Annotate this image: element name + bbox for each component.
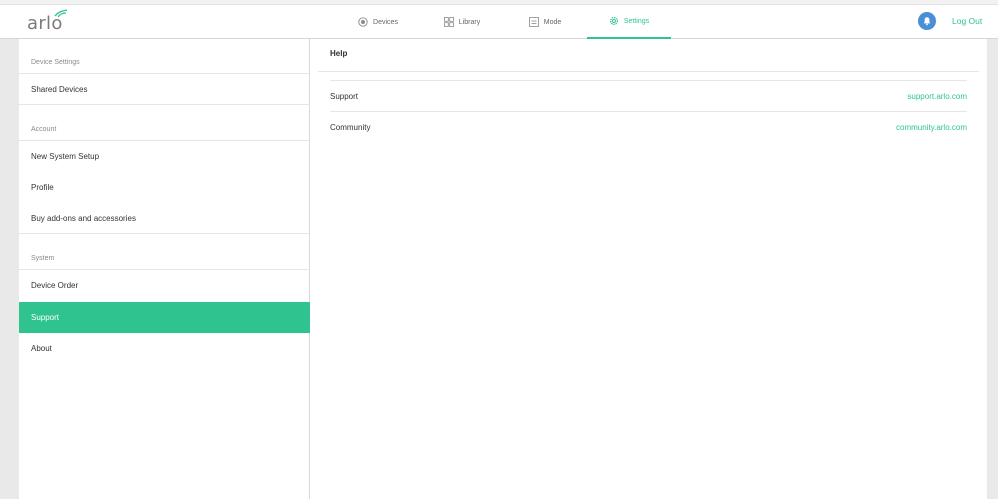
sidebar-section-device-settings: Device Settings	[19, 39, 310, 74]
nav-tab-settings[interactable]: Settings	[587, 5, 671, 39]
gear-icon	[609, 16, 618, 26]
main-nav: Devices Library Mode Settings	[0, 5, 998, 39]
sidebar-item-shared-devices[interactable]: Shared Devices	[19, 74, 310, 105]
mode-icon	[528, 17, 539, 27]
help-row-label: Support	[330, 91, 359, 101]
community-link[interactable]: community.arlo.com	[896, 123, 967, 132]
support-link[interactable]: support.arlo.com	[907, 92, 967, 101]
sidebar-item-about[interactable]: About	[19, 333, 310, 364]
bell-icon	[923, 17, 931, 26]
sidebar-section-system: System	[19, 235, 310, 270]
sidebar-item-support[interactable]: Support	[19, 302, 310, 333]
sidebar-item-device-order[interactable]: Device Order	[19, 270, 310, 301]
devices-icon	[358, 17, 368, 27]
sidebar-item-profile[interactable]: Profile	[19, 172, 310, 203]
help-row-community: Community community.arlo.com	[330, 112, 967, 143]
library-grid-icon	[443, 17, 454, 27]
nav-tab-mode-label: Mode	[543, 18, 562, 26]
app-header: arlo Devices Library Mode Settings Log O…	[0, 5, 998, 39]
help-row-label: Community	[330, 123, 371, 132]
help-panel: Help Support support.arlo.com Community …	[310, 39, 987, 499]
user-avatar[interactable]	[918, 12, 936, 30]
sidebar-item-buy-add-ons[interactable]: Buy add-ons and accessories	[19, 203, 310, 234]
settings-sidebar: Device Settings Shared Devices Account N…	[19, 39, 310, 499]
sidebar-item-new-system-setup[interactable]: New System Setup	[19, 141, 310, 172]
nav-tab-devices[interactable]: Devices	[352, 5, 404, 39]
divider	[318, 71, 979, 72]
nav-tab-settings-label: Settings	[623, 17, 650, 25]
nav-tab-devices-label: Devices	[373, 18, 398, 26]
nav-tab-library[interactable]: Library	[438, 5, 486, 39]
nav-tab-mode[interactable]: Mode	[524, 5, 566, 39]
sidebar-section-account: Account	[19, 106, 310, 141]
help-row-support: Support support.arlo.com	[330, 81, 967, 112]
help-title: Help	[330, 49, 348, 58]
logout-link[interactable]: Log Out	[952, 16, 982, 26]
nav-tab-library-label: Library	[458, 18, 481, 26]
